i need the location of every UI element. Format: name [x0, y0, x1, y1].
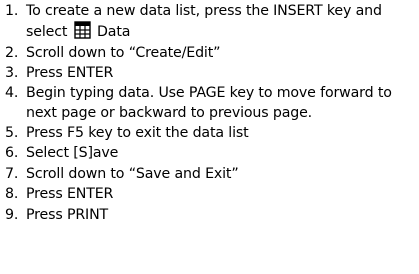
list-item: 7. Scroll down to “Save and Exit” — [0, 165, 419, 184]
step-text: Press ENTER — [26, 64, 114, 81]
list-item: 4. Begin typing data. Use PAGE key to mo… — [0, 84, 419, 122]
step-number: 7. — [5, 165, 19, 182]
step-text: Select [S]ave — [26, 145, 119, 162]
step-number: 2. — [5, 44, 19, 61]
list-item: 3. Press ENTER — [0, 64, 419, 83]
step-number: 8. — [5, 186, 19, 203]
step-number: 4. — [5, 85, 19, 102]
step-number: 3. — [5, 64, 19, 81]
list-item: 9. Press PRINT — [0, 206, 419, 225]
instruction-list: 1. To create a new data list, press the … — [0, 2, 419, 226]
list-item: 8. Press ENTER — [0, 185, 419, 204]
list-item: 1. To create a new data list, press the … — [0, 2, 419, 42]
step-text: Press F5 key to exit the data list — [26, 124, 249, 141]
step-number: 6. — [5, 145, 19, 162]
step-number: 5. — [5, 124, 19, 141]
list-item: 6. Select [S]ave — [0, 144, 419, 163]
list-item: 2. Scroll down to “Create/Edit” — [0, 44, 419, 63]
step-number: 9. — [5, 206, 19, 223]
step-text: Press PRINT — [26, 206, 109, 223]
step-text: Press ENTER — [26, 186, 114, 203]
data-list-icon — [73, 21, 91, 39]
step-number: 1. — [5, 3, 19, 19]
step-text-after-icon: Data — [97, 24, 131, 41]
step-text: Scroll down to “Create/Edit” — [26, 44, 221, 61]
list-item: 5. Press F5 key to exit the data list — [0, 124, 419, 143]
step-text: Scroll down to “Save and Exit” — [26, 165, 239, 182]
step-text: Begin typing data. Use PAGE key to move … — [26, 85, 392, 121]
